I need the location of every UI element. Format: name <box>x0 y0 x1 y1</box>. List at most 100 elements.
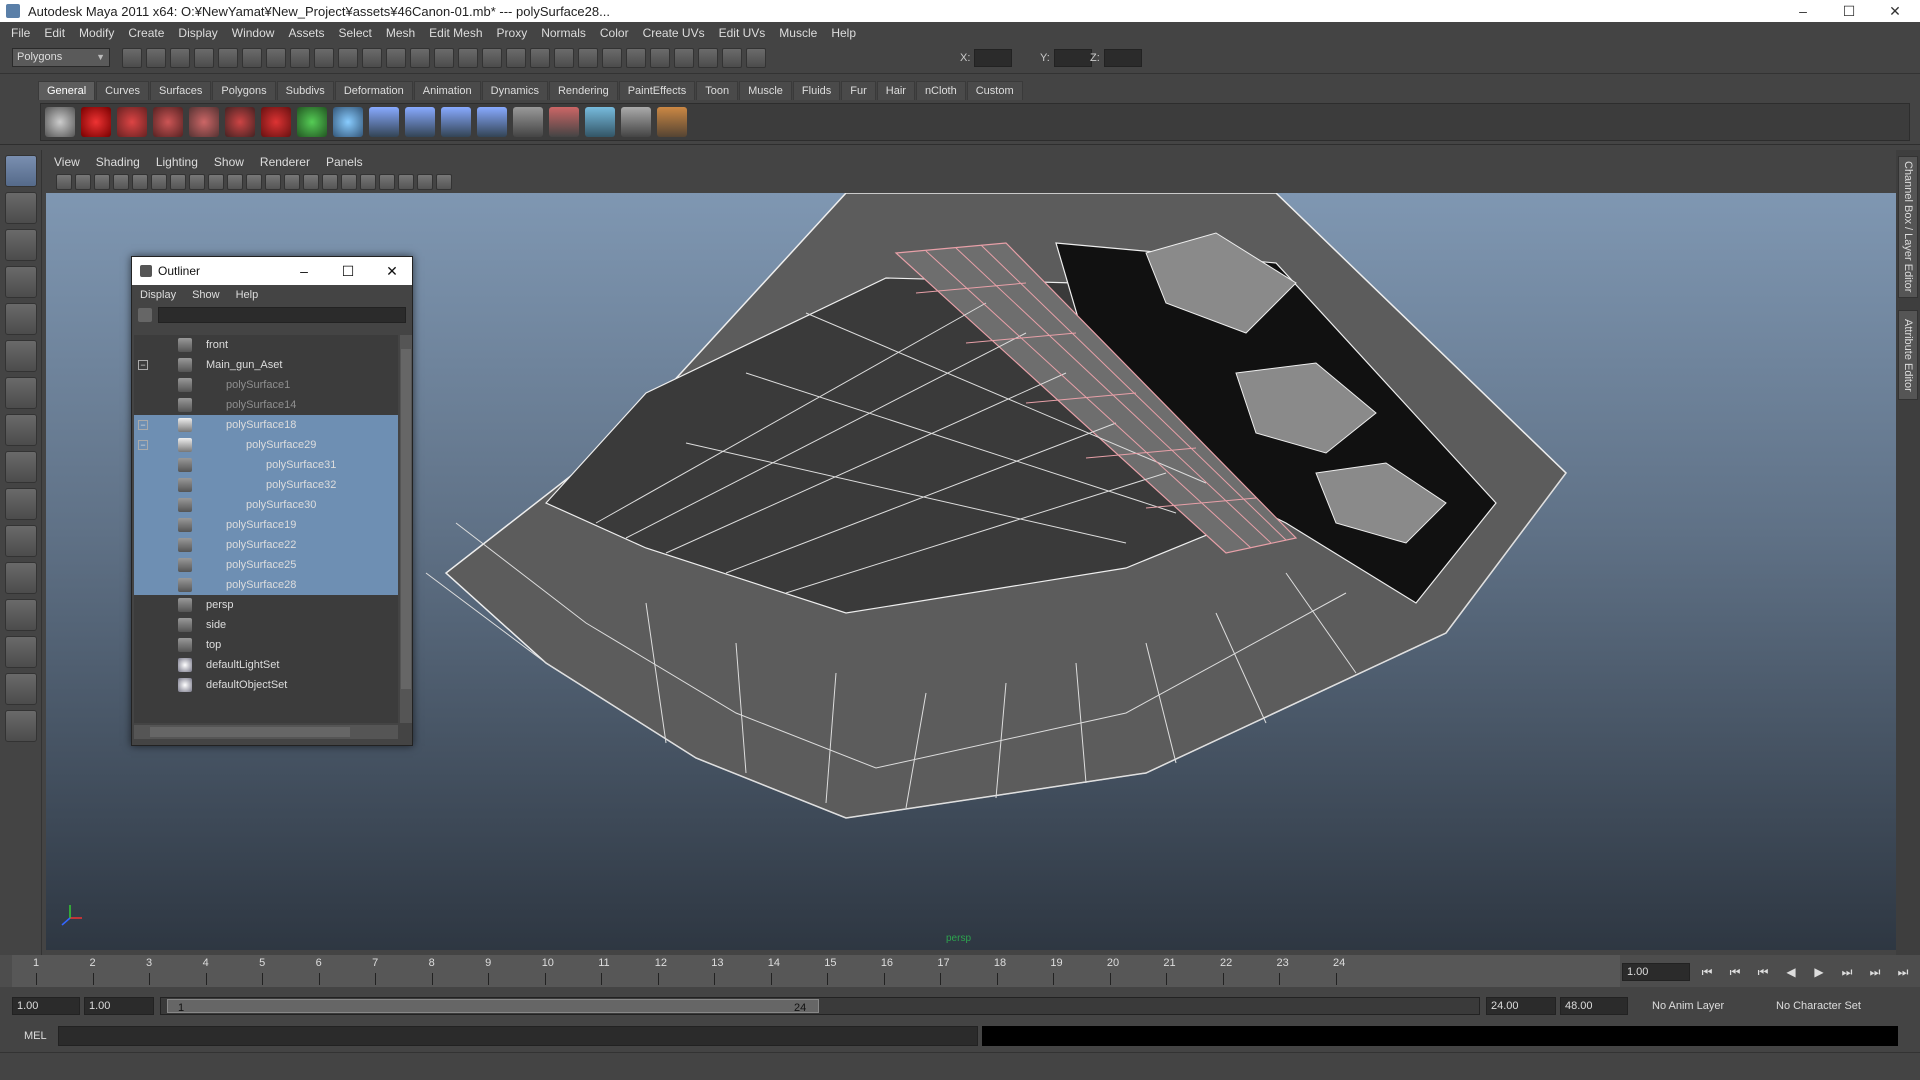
minimize-button[interactable]: – <box>1780 0 1826 22</box>
outliner-title-bar[interactable]: Outliner – ☐ ✕ <box>132 257 412 285</box>
xray-joints-icon[interactable] <box>417 174 433 190</box>
textured-icon[interactable] <box>322 174 338 190</box>
shelf-tab-general[interactable]: General <box>38 81 96 100</box>
shelf-list-icon[interactable] <box>513 107 543 137</box>
menu-window[interactable]: Window <box>225 26 282 40</box>
play-backwards-button[interactable]: ◀ <box>1780 963 1802 981</box>
channel-box-tab[interactable]: Channel Box / Layer Editor <box>1898 156 1918 298</box>
close-button[interactable]: ✕ <box>1872 0 1918 22</box>
step-forward-frame-button[interactable]: ⏭ <box>1836 963 1858 981</box>
panel-menu-renderer[interactable]: Renderer <box>252 155 318 169</box>
shelf-tab-rendering[interactable]: Rendering <box>548 81 618 100</box>
outliner-row[interactable]: polySurface25 <box>134 555 398 575</box>
layout-single-icon[interactable] <box>5 525 37 557</box>
step-back-frame-button[interactable]: ⏮ <box>1752 963 1774 981</box>
command-input[interactable] <box>58 1026 978 1046</box>
shelf-tab-curves[interactable]: Curves <box>96 81 149 100</box>
shelf-tab-animation[interactable]: Animation <box>413 81 481 100</box>
lasso-tool-icon[interactable] <box>5 192 37 224</box>
shelf-tab-surfaces[interactable]: Surfaces <box>149 81 212 100</box>
scale-tool-icon[interactable] <box>5 340 37 372</box>
render-icon[interactable] <box>410 48 430 68</box>
resolution-gate-icon[interactable] <box>189 174 205 190</box>
go-to-end-button[interactable]: ⏭ <box>1892 963 1914 981</box>
paint-select-tool-icon[interactable] <box>5 229 37 261</box>
shelf-tab-muscle[interactable]: Muscle <box>739 81 792 100</box>
layout-custom-icon[interactable] <box>5 710 37 742</box>
shelf-bind-icon[interactable] <box>441 107 471 137</box>
shadows-icon[interactable] <box>360 174 376 190</box>
select-hierarchy-icon[interactable] <box>194 48 214 68</box>
new-scene-icon[interactable] <box>122 48 142 68</box>
shelf-tab-deformation[interactable]: Deformation <box>334 81 413 100</box>
shelf-sphere-icon[interactable] <box>333 107 363 137</box>
shelf-camera-icon[interactable] <box>45 107 75 137</box>
menu-display[interactable]: Display <box>171 26 224 40</box>
last-tool-icon[interactable] <box>5 488 37 520</box>
attribute-editor-toggle-icon[interactable] <box>746 48 766 68</box>
construction-history-icon[interactable] <box>530 48 550 68</box>
expand-toggle-icon[interactable]: − <box>138 360 148 370</box>
shelf-tab-hair[interactable]: Hair <box>876 81 915 100</box>
outliner-row[interactable]: polySurface32 <box>134 475 398 495</box>
shelf-tab-toon[interactable]: Toon <box>696 81 739 100</box>
shelf-mel-script-icon[interactable] <box>117 107 147 137</box>
panel-menu-panels[interactable]: Panels <box>318 155 371 169</box>
rotate-tool-icon[interactable] <box>5 303 37 335</box>
field-chart-icon[interactable] <box>227 174 243 190</box>
layout-four-icon[interactable] <box>5 562 37 594</box>
shelf-tab-polygons[interactable]: Polygons <box>212 81 276 100</box>
outliner-horizontal-scrollbar[interactable] <box>134 725 398 739</box>
outliner-vscroll-thumb[interactable] <box>401 349 411 689</box>
shelf-tab-ncloth[interactable]: nCloth <box>915 81 966 100</box>
attribute-editor-tab[interactable]: Attribute Editor <box>1898 310 1918 400</box>
universal-manipulator-icon[interactable] <box>5 377 37 409</box>
outliner-row[interactable]: defaultLightSet <box>134 655 398 675</box>
character-set-dropdown[interactable]: No Character Set <box>1776 997 1861 1015</box>
shelf-paint-weights-icon[interactable] <box>549 107 579 137</box>
outliner-maximize-button[interactable]: ☐ <box>326 257 370 285</box>
play-forwards-button[interactable]: ▶ <box>1808 963 1830 981</box>
outliner-row[interactable]: persp <box>134 595 398 615</box>
wireframe-icon[interactable] <box>265 174 281 190</box>
range-bar[interactable]: 1 24 <box>160 997 1480 1015</box>
outliner-row[interactable]: front <box>134 335 398 355</box>
menu-edit-uvs[interactable]: Edit UVs <box>712 26 773 40</box>
menu-assets[interactable]: Assets <box>281 26 331 40</box>
outliner-row[interactable]: polySurface28 <box>134 575 398 595</box>
filter-icon[interactable] <box>138 308 152 322</box>
menu-create[interactable]: Create <box>121 26 171 40</box>
outliner-row[interactable]: defaultObjectSet <box>134 675 398 695</box>
shelf-render-icon[interactable] <box>585 107 615 137</box>
menu-help[interactable]: Help <box>824 26 863 40</box>
outliner-row[interactable]: polySurface14 <box>134 395 398 415</box>
shelf-brush-icon[interactable] <box>657 107 687 137</box>
outliner-row[interactable]: − Main_gun_Aset <box>134 355 398 375</box>
shelf-tab-painteffects[interactable]: PaintEffects <box>618 81 696 100</box>
time-slider-track[interactable]: 1 2 3 4 5 6 7 8 9 10 11 12 13 14 15 16 17 18 19 20 21 22 23 24 <box>12 955 1620 987</box>
layout-outliner-icon[interactable] <box>5 599 37 631</box>
playback-start-field[interactable]: 1.00 <box>84 997 154 1015</box>
snap-grid-icon[interactable] <box>266 48 286 68</box>
menu-proxy[interactable]: Proxy <box>490 26 535 40</box>
lock-icon[interactable] <box>578 48 598 68</box>
shelf-skin-icon[interactable] <box>477 107 507 137</box>
ipr-render-icon[interactable] <box>434 48 454 68</box>
shelf-tab-dynamics[interactable]: Dynamics <box>481 81 548 100</box>
expand-toggle-icon[interactable]: − <box>138 440 148 450</box>
shelf-mel-script-2-icon[interactable] <box>153 107 183 137</box>
menu-modify[interactable]: Modify <box>72 26 121 40</box>
layout-graph-icon[interactable] <box>5 636 37 668</box>
safe-action-icon[interactable] <box>246 174 262 190</box>
select-object-icon[interactable] <box>218 48 238 68</box>
snap-live-icon[interactable] <box>362 48 382 68</box>
panel-menu-show[interactable]: Show <box>206 155 252 169</box>
xray-icon[interactable] <box>398 174 414 190</box>
menu-color[interactable]: Color <box>593 26 636 40</box>
panel-menu-lighting[interactable]: Lighting <box>148 155 206 169</box>
gate-mask-icon[interactable] <box>208 174 224 190</box>
step-back-key-button[interactable]: ⏮ <box>1724 963 1746 981</box>
outliner-row[interactable]: polySurface19 <box>134 515 398 535</box>
input-line-icon[interactable] <box>554 48 574 68</box>
save-scene-icon[interactable] <box>170 48 190 68</box>
